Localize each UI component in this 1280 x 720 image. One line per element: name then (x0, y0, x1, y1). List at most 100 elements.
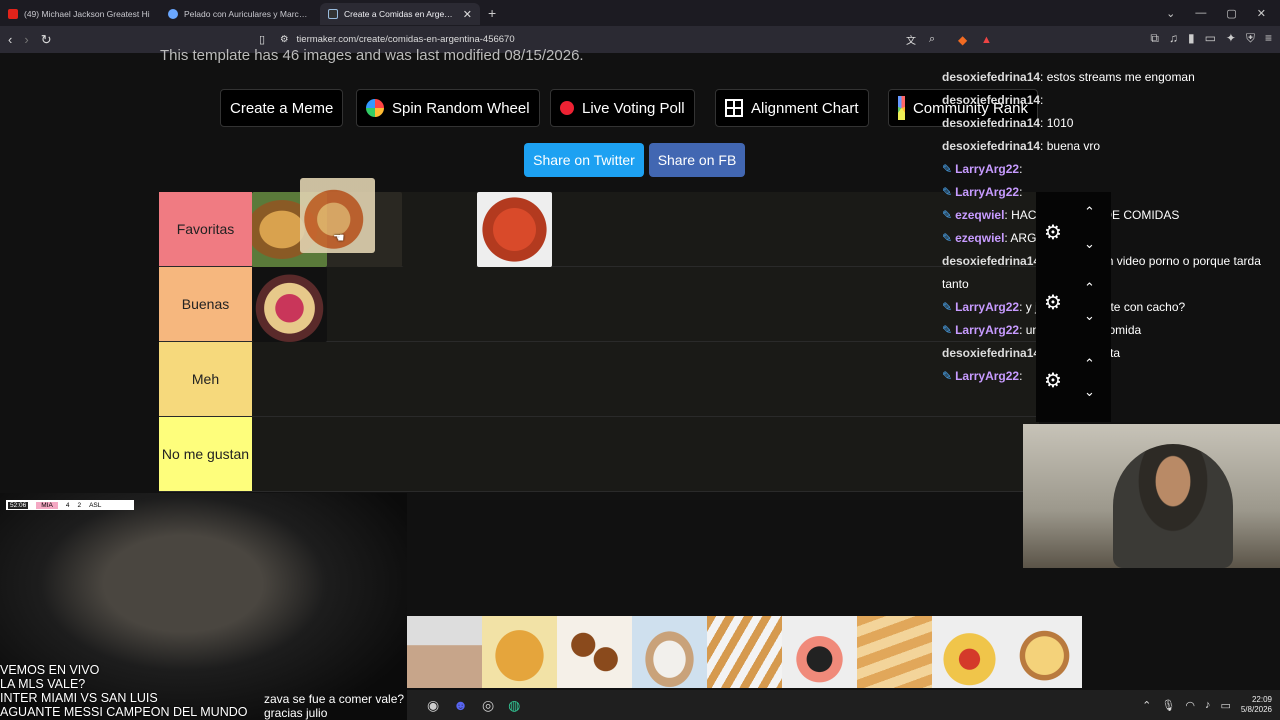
leo-icon[interactable]: ✦ (1226, 31, 1236, 46)
chat-badge-icon: ✎ (942, 185, 953, 199)
zoom-icon[interactable]: ⌕ (929, 33, 935, 46)
tier-items[interactable] (252, 417, 1039, 491)
close-tab-icon[interactable]: ✕ (463, 8, 472, 21)
chat-username[interactable]: LarryArg22 (955, 369, 1019, 383)
chat-username[interactable]: desoxiefedrina14 (942, 346, 1040, 360)
tier-items[interactable] (252, 267, 1039, 342)
food-image[interactable] (1007, 616, 1082, 688)
score-away: 2 (77, 501, 82, 509)
chat-username[interactable]: desoxiefedrina14 (942, 139, 1040, 153)
wifi-icon[interactable]: ◠ (1185, 699, 1195, 712)
tier-label[interactable]: Meh (159, 342, 252, 416)
chat-text: : (1019, 369, 1023, 383)
chat-username[interactable]: LarryArg22 (955, 300, 1019, 314)
tier-label[interactable]: Favoritas (159, 192, 252, 266)
chat-username[interactable]: desoxiefedrina14 (942, 116, 1040, 130)
wallet-icon[interactable]: ▭ (1205, 31, 1216, 46)
food-image[interactable] (632, 616, 707, 688)
tray-chevron-up-icon[interactable]: ⌃ (1142, 699, 1151, 712)
minimize-icon[interactable]: — (1195, 7, 1206, 19)
reload-icon[interactable]: ↻ (41, 32, 52, 48)
chat-badge-icon: ✎ (942, 323, 953, 337)
overlay-line: VEMOS EN VIVO (0, 663, 100, 677)
back-icon[interactable]: ‹ (8, 32, 12, 47)
share-twitter-button[interactable]: Share on Twitter (524, 143, 644, 177)
chat-username[interactable]: desoxiefedrina14 (942, 70, 1040, 84)
chevron-down-icon[interactable]: ⌄ (1084, 384, 1095, 400)
sidebar-icon[interactable]: ▮ (1188, 31, 1195, 46)
tier-items[interactable] (252, 342, 1039, 416)
tier-label[interactable]: Buenas (159, 267, 252, 341)
chevron-down-icon[interactable]: ⌄ (1084, 308, 1095, 324)
tab-pelado[interactable]: Pelado con Auriculares y Marcador - (160, 3, 320, 25)
new-tab-icon[interactable]: + (480, 5, 504, 21)
bookmark-icon[interactable]: ▯ (259, 33, 265, 46)
chat-username[interactable]: desoxiefedrina14 (942, 93, 1040, 107)
forward-icon[interactable]: › (24, 32, 28, 47)
food-image[interactable] (857, 616, 932, 688)
obs-icon[interactable]: ◉ (427, 697, 439, 714)
food-image-picada[interactable] (252, 267, 327, 342)
discord-icon[interactable]: ☻ (453, 697, 468, 714)
food-image[interactable] (407, 616, 482, 688)
maximize-icon[interactable]: ▢ (1226, 7, 1236, 20)
screen: (49) Michael Jackson Greatest Hi Pelado … (0, 0, 1280, 720)
tab-tiermaker[interactable]: Create a Comidas en Argentina ✕ (320, 3, 480, 25)
gear-icon[interactable]: ⚙ (1044, 220, 1062, 245)
spin-wheel-button[interactable]: Spin Random Wheel (356, 89, 540, 127)
chat-username[interactable]: LarryArg22 (955, 323, 1019, 337)
chevron-up-icon[interactable]: ⌃ (1084, 204, 1095, 220)
gear-icon[interactable]: ⚙ (1044, 368, 1062, 393)
grid-icon (725, 99, 743, 117)
chevron-down-icon[interactable]: ⌄ (1084, 236, 1095, 252)
chat-username[interactable]: ezeqwiel (955, 231, 1004, 245)
rewards-icon[interactable]: ▲ (981, 34, 992, 46)
taskbar: ◉ ☻ ◎ ◍ ⌃ 🎙︎ ◠ ♪ ▭ 22:09 5/8/2026 (407, 690, 1280, 720)
chat-username[interactable]: LarryArg22 (955, 162, 1019, 176)
food-image[interactable] (932, 616, 1007, 688)
live-poll-button[interactable]: Live Voting Poll (550, 89, 695, 127)
extensions-icon[interactable]: ⧉ (1150, 31, 1159, 46)
food-image[interactable] (707, 616, 782, 688)
music-icon[interactable]: ♫ (1169, 31, 1178, 46)
food-image-ravioles[interactable] (477, 192, 552, 267)
tab-list-icon[interactable]: ⌄ (1166, 7, 1175, 20)
chat-username[interactable]: LarryArg22 (955, 185, 1019, 199)
food-image[interactable] (557, 616, 632, 688)
menu-icon[interactable]: ≡ (1265, 31, 1272, 46)
share-fb-button[interactable]: Share on FB (649, 143, 745, 177)
tab-title: Pelado con Auriculares y Marcador - (184, 9, 312, 19)
chat-message: desoxiefedrina14: buena vro (942, 135, 1276, 158)
chevron-up-icon[interactable]: ⌃ (1084, 280, 1095, 296)
chat-badge-icon: ✎ (942, 369, 953, 383)
clock[interactable]: 22:09 5/8/2026 (1241, 695, 1272, 715)
volume-icon[interactable]: ♪ (1205, 699, 1211, 711)
tab-title: (49) Michael Jackson Greatest Hi (24, 9, 150, 19)
tab-youtube[interactable]: (49) Michael Jackson Greatest Hi (0, 3, 160, 25)
create-meme-button[interactable]: Create a Meme (220, 89, 344, 127)
gear-icon[interactable]: ⚙ (1044, 290, 1062, 315)
food-image[interactable] (482, 616, 557, 688)
chevron-up-icon[interactable]: ⌃ (1084, 356, 1095, 372)
cursor-icon: ☚ (333, 230, 345, 245)
chat-username[interactable]: ezeqwiel (955, 208, 1004, 222)
tier-label[interactable]: No me gustan (159, 417, 252, 491)
vpn-icon[interactable]: ⛨ (1246, 31, 1255, 46)
clock-date: 5/8/2026 (1240, 705, 1272, 714)
team-home: MIA (36, 501, 58, 509)
close-window-icon[interactable]: ✕ (1257, 7, 1266, 20)
site-info-icon[interactable]: ⚙ (280, 34, 289, 45)
unranked-image-tray (407, 616, 1082, 688)
microphone-icon[interactable]: 🎙︎ (1161, 699, 1175, 712)
chat-username[interactable]: desoxiefedrina14 (942, 254, 1040, 268)
battery-icon[interactable]: ▭ (1220, 699, 1230, 712)
webcam-app-icon[interactable]: ◎ (482, 697, 494, 714)
bottom-chat-line: gracias julio (264, 706, 328, 720)
translate-icon[interactable]: 文 (906, 32, 916, 47)
brave-shield-icon[interactable]: ◆ (958, 33, 967, 47)
alignment-chart-button[interactable]: Alignment Chart (715, 89, 869, 127)
streamer-figure (1113, 444, 1233, 568)
food-image[interactable] (782, 616, 857, 688)
overlay-line: LA MLS VALE? (0, 677, 86, 691)
globe-icon[interactable]: ◍ (508, 697, 520, 714)
